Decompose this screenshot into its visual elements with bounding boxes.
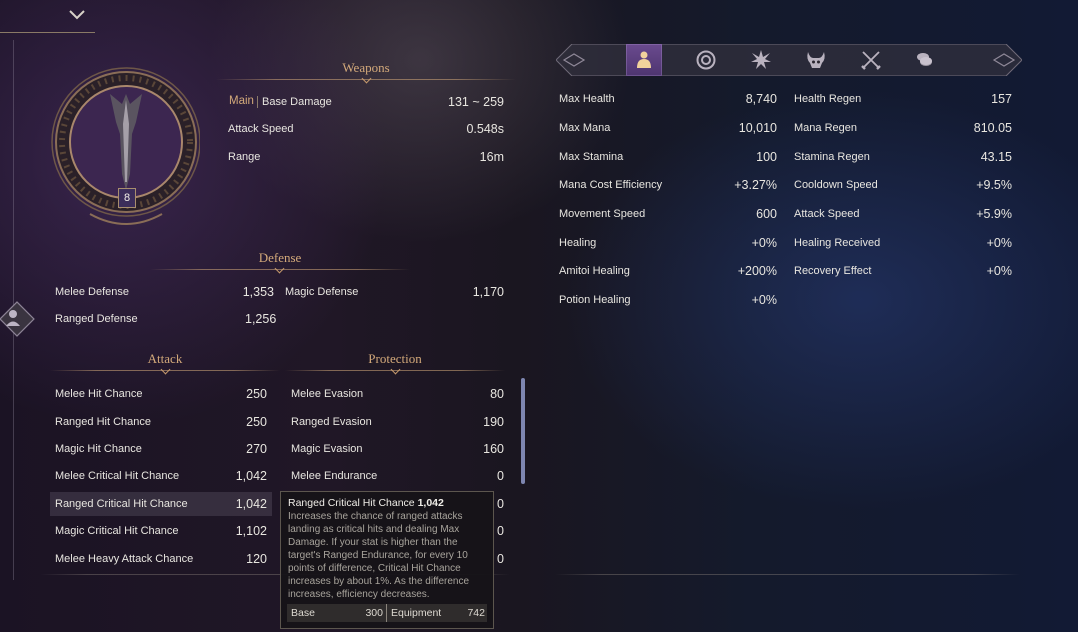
protection-row-value: 160 <box>483 442 504 456</box>
tooltip-breakdown-separator <box>386 604 387 622</box>
stat-label[interactable]: Max Health <box>559 93 615 105</box>
attack-row-value: 1,042 <box>235 497 267 511</box>
stat-value: 600 <box>756 207 777 221</box>
stat-value: 100 <box>756 150 777 164</box>
top-dropdown[interactable] <box>0 0 95 33</box>
protection-row-label[interactable]: Magic Evasion <box>291 443 363 455</box>
magic-defense-label: Magic Defense <box>285 286 359 298</box>
stat-label[interactable]: Mana Cost Efficiency <box>559 179 662 191</box>
stat-value: +200% <box>737 264 777 278</box>
attack-row-label[interactable]: Magic Hit Chance <box>55 443 142 455</box>
tab-character-stats[interactable] <box>626 44 662 76</box>
melee-defense-label: Melee Defense <box>55 286 129 298</box>
stat-label[interactable]: Amitoi Healing <box>559 265 630 277</box>
tooltip-base-label: Base <box>291 607 315 619</box>
stat-value: +9.5% <box>976 178 1012 192</box>
attack-row-label[interactable]: Melee Heavy Attack Chance <box>55 553 193 565</box>
tooltip-equipment-label: Equipment <box>391 607 442 619</box>
tab-coins[interactable] <box>907 44 943 76</box>
attack-row-value: 1,102 <box>235 524 267 538</box>
attack-row-label[interactable]: Magic Critical Hit Chance <box>55 525 178 537</box>
character-silhouette-icon <box>0 301 35 337</box>
burst-emblem-icon <box>751 50 771 69</box>
stat-label[interactable]: Healing Received <box>794 237 880 249</box>
tooltip-equipment-value: 742 <box>467 607 485 619</box>
protection-row-value: 0 <box>497 469 504 483</box>
stat-value: +5.9% <box>976 207 1012 221</box>
protection-row-label[interactable]: Melee Endurance <box>291 470 377 482</box>
stat-value: 10,010 <box>738 121 777 135</box>
character-stats-icon <box>637 51 651 68</box>
stat-label[interactable]: Cooldown Speed <box>794 179 878 191</box>
weapon-range-value: 16m <box>479 150 504 164</box>
weapon-emblem[interactable]: 8 <box>50 64 201 229</box>
stat-label[interactable]: Movement Speed <box>559 208 645 220</box>
stat-value: 810.05 <box>973 121 1012 135</box>
stats-scrollbar[interactable] <box>521 378 525 484</box>
stat-label[interactable]: Healing <box>559 237 596 249</box>
protection-row-label[interactable]: Ranged Evasion <box>291 416 372 428</box>
attack-row-label[interactable]: Ranged Critical Hit Chance <box>55 498 188 510</box>
attack-row-value: 250 <box>246 415 267 429</box>
magic-defense-value: 1,170 <box>472 285 504 299</box>
ranged-defense-value: 1,256 <box>245 312 277 326</box>
tooltip-description: Increases the chance of ranged attacks l… <box>288 511 470 600</box>
stat-value: 157 <box>991 92 1012 106</box>
stat-label[interactable]: Health Regen <box>794 93 861 105</box>
tooltip-base-value: 300 <box>365 607 383 619</box>
attack-row-label[interactable]: Melee Hit Chance <box>55 388 142 400</box>
tab-crossed-swords[interactable] <box>853 44 889 76</box>
attack-row-value: 1,042 <box>235 469 267 483</box>
tab-target[interactable] <box>688 44 724 76</box>
horned-mask-icon <box>807 52 825 68</box>
chevron-down-icon <box>68 8 86 27</box>
stat-value: 43.15 <box>980 150 1012 164</box>
protection-row-label[interactable]: Melee Evasion <box>291 388 363 400</box>
target-ring-icon <box>696 50 716 70</box>
stat-value: +0% <box>751 293 777 307</box>
weapon-main-label: Main <box>229 95 254 107</box>
stat-value: 8,740 <box>745 92 777 106</box>
tab-burst[interactable] <box>743 44 779 76</box>
stat-label[interactable]: Max Mana <box>559 122 610 134</box>
weapon-attack-speed-value: 0.548s <box>466 122 504 136</box>
right-panel-bottom-divider <box>555 574 1020 575</box>
tab-horned-mask[interactable] <box>798 44 834 76</box>
weapon-attack-speed-label: Attack Speed <box>228 123 294 135</box>
stat-value: +0% <box>986 264 1012 278</box>
stat-label[interactable]: Mana Regen <box>794 122 857 134</box>
stat-label[interactable]: Max Stamina <box>559 151 623 163</box>
base-damage-label: Base Damage <box>262 96 332 108</box>
attack-row-value: 120 <box>246 552 267 566</box>
tooltip-title-value: 1,042 <box>417 497 444 509</box>
stat-label[interactable]: Potion Healing <box>559 294 631 306</box>
attack-row-value: 250 <box>246 387 267 401</box>
stat-label[interactable]: Recovery Effect <box>794 265 871 277</box>
stat-value: +3.27% <box>734 178 777 192</box>
weapon-main-separator <box>257 96 258 108</box>
stat-label[interactable]: Stamina Regen <box>794 151 870 163</box>
stat-value: +0% <box>986 236 1012 250</box>
tooltip-title: Ranged Critical Hit Chance 1,042 <box>288 497 444 509</box>
weapon-range-label: Range <box>228 151 261 163</box>
stat-tooltip: Ranged Critical Hit Chance 1,042 Increas… <box>280 491 494 629</box>
protection-row-value: 190 <box>483 415 504 429</box>
coins-icon <box>917 53 932 66</box>
stat-label[interactable]: Attack Speed <box>794 208 859 220</box>
protection-row-value: 80 <box>490 387 504 401</box>
side-character-button[interactable] <box>0 300 36 338</box>
base-damage-value: 131 ~ 259 <box>448 95 504 109</box>
weapon-level-badge: 8 <box>118 188 136 208</box>
ranged-defense-label: Ranged Defense <box>55 313 138 325</box>
melee-defense-value: 1,353 <box>242 285 274 299</box>
tooltip-breakdown: Base 300 Equipment 742 <box>287 604 487 622</box>
attack-row-value: 270 <box>246 442 267 456</box>
stat-value: +0% <box>751 236 777 250</box>
tooltip-title-label: Ranged Critical Hit Chance <box>288 497 415 509</box>
attack-row-label[interactable]: Ranged Hit Chance <box>55 416 151 428</box>
attack-row-label[interactable]: Melee Critical Hit Chance <box>55 470 179 482</box>
crossed-swords-icon <box>861 51 881 70</box>
